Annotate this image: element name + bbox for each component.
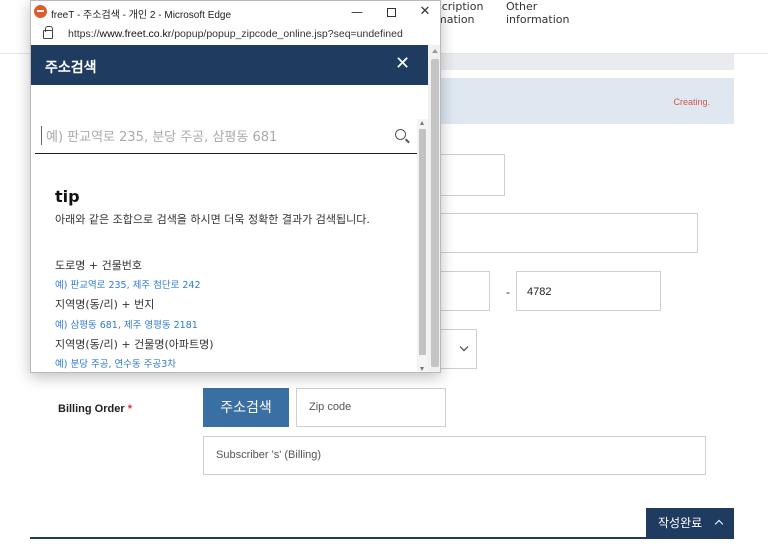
footer-divider: [30, 537, 734, 539]
complete-button-label: 작성완료: [658, 516, 703, 530]
maximize-icon: [386, 8, 396, 17]
tip-description: 아래와 같은 조합으로 검색을 하시면 더욱 정확한 결과가 검색됩니다.: [55, 213, 370, 226]
tip-item-example: 예) 판교역로 235, 제주 첨단로 242: [55, 280, 201, 291]
zip-code-input[interactable]: Zip code: [296, 388, 446, 427]
url-path: /popup/popup_zipcode_online.jsp?seq=unde…: [171, 28, 403, 40]
scroll-up-arrow-icon[interactable]: [420, 121, 424, 125]
chevron-up-icon: [714, 519, 724, 529]
popup-title: 주소검색: [45, 60, 97, 76]
inner-scrollbar[interactable]: [417, 119, 428, 372]
tip-item-example: 예) 분당 주공, 연수동 주공3차: [55, 359, 176, 370]
edge-browser-icon: [34, 5, 47, 18]
status-text: Creating.: [673, 97, 710, 107]
phone-dash: -: [506, 285, 510, 299]
form-field-2[interactable]: [432, 213, 698, 253]
billing-order-text: Billing Order: [58, 403, 125, 415]
address-search-popup-window: freeT - 주소검색 - 개인 2 - Microsoft Edge — ✕…: [30, 0, 441, 373]
inner-scrollbar-thumb[interactable]: [419, 129, 426, 355]
subscriber-billing-input[interactable]: Subscriber 's' (Billing): [203, 436, 706, 475]
scroll-down-arrow-icon[interactable]: [420, 367, 424, 371]
tip-title: tip: [55, 187, 80, 206]
maximize-button[interactable]: [377, 2, 405, 22]
lock-icon[interactable]: [43, 26, 53, 39]
address-bar[interactable]: https://www.freet.co.kr/popup/popup_zipc…: [31, 23, 440, 45]
minimize-button[interactable]: —: [343, 2, 371, 22]
nav-other-info[interactable]: Other information: [506, 0, 570, 26]
address-search-input[interactable]: 예) 판교역로 235, 분당 주공, 삼평동 681: [41, 126, 371, 145]
url-host: www.freet.co.kr: [99, 28, 172, 40]
close-icon[interactable]: ✕: [395, 53, 410, 74]
scroll-up-arrow-icon[interactable]: [432, 49, 438, 53]
tip-item-example: 예) 삼평동 681, 제주 영평동 2181: [55, 320, 198, 331]
form-field-1[interactable]: [432, 154, 505, 196]
url-text[interactable]: https://www.freet.co.kr/popup/popup_zipc…: [68, 28, 403, 40]
window-titlebar: freeT - 주소검색 - 개인 2 - Microsoft Edge — ✕: [31, 1, 440, 23]
billing-order-label: Billing Order *: [58, 403, 132, 415]
popup-scrollbar-thumb[interactable]: [431, 59, 439, 367]
phone-last-field[interactable]: 4782: [516, 271, 661, 311]
address-search-box: 예) 판교역로 235, 분당 주공, 삼평동 681: [35, 119, 419, 154]
search-icon[interactable]: [395, 129, 406, 140]
popup-scrollbar[interactable]: [428, 45, 440, 372]
popup-header: 주소검색 ✕: [31, 45, 428, 85]
complete-button[interactable]: 작성완료: [646, 508, 734, 538]
url-prefix: https://: [68, 28, 100, 40]
tip-item-heading: 지역명(동/리) + 건물명(아파트명): [55, 338, 214, 351]
window-close-button[interactable]: ✕: [411, 2, 439, 22]
nav-subscription-info[interactable]: scription mation: [436, 0, 483, 26]
window-title: freeT - 주소검색 - 개인 2 - Microsoft Edge: [51, 10, 232, 21]
popup-content: 주소검색 ✕ 예) 판교역로 235, 분당 주공, 삼평동 681 tip 아…: [31, 45, 428, 372]
required-mark: *: [127, 403, 132, 415]
tip-item-heading: 도로명 + 건물번호: [55, 259, 143, 272]
section-divider: [432, 54, 734, 70]
address-search-button[interactable]: 주소검색: [203, 388, 289, 427]
tip-item-heading: 지역명(동/리) + 번지: [55, 298, 155, 311]
